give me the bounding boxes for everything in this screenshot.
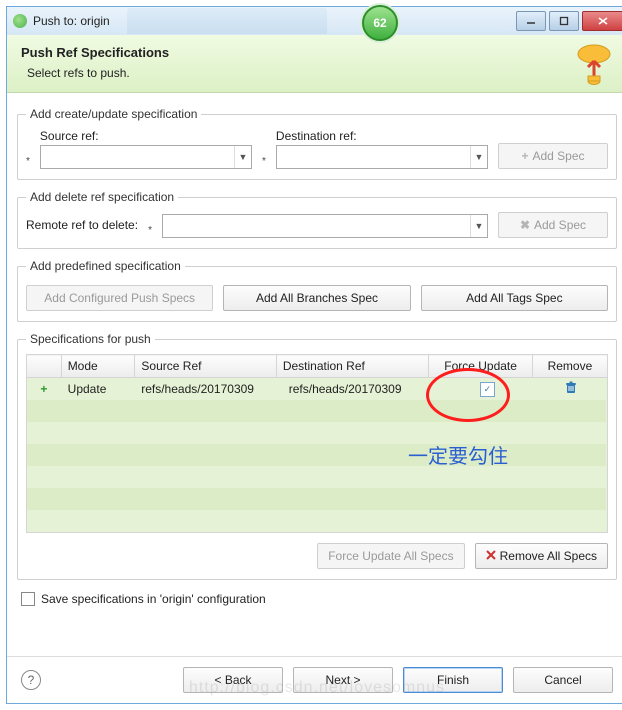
page-title: Push Ref Specifications xyxy=(21,45,613,60)
predefined-legend: Add predefined specification xyxy=(26,259,185,273)
chevron-down-icon: ▼ xyxy=(234,146,251,168)
next-button[interactable]: Next > xyxy=(293,667,393,693)
add-spec-button[interactable]: + Add Spec xyxy=(498,143,608,169)
save-specs-checkbox[interactable] xyxy=(21,592,35,606)
chevron-down-icon: ▼ xyxy=(470,146,487,168)
table-row xyxy=(27,444,607,466)
close-button[interactable] xyxy=(582,11,622,31)
save-specs-label: Save specifications in 'origin' configur… xyxy=(41,592,266,606)
table-row xyxy=(27,422,607,444)
table-row xyxy=(27,488,607,510)
add-delete-spec-label: Add Spec xyxy=(534,218,586,232)
finish-button[interactable]: Finish xyxy=(403,667,503,693)
x-icon xyxy=(486,549,496,563)
add-delete-spec-button[interactable]: ✖ Add Spec xyxy=(498,212,608,238)
force-update-checkbox[interactable]: ✓ xyxy=(480,382,495,397)
remove-all-specs-button[interactable]: Remove All Specs xyxy=(475,543,608,569)
col-source[interactable]: Source Ref xyxy=(135,355,276,378)
cell-dest: refs/heads/20170309 xyxy=(282,378,438,400)
source-ref-label: Source ref: xyxy=(40,129,252,143)
specifications-group: Specifications for push Mode Source Ref … xyxy=(17,332,617,580)
cell-mode: Update xyxy=(61,378,135,400)
table-row xyxy=(27,510,607,532)
source-ref-combo[interactable]: ▼ xyxy=(40,145,252,169)
add-all-tags-spec-button[interactable]: Add All Tags Spec xyxy=(421,285,608,311)
badge-62: 62 xyxy=(362,5,398,41)
asterisk: * xyxy=(26,156,30,169)
force-update-all-button[interactable]: Force Update All Specs xyxy=(317,543,464,569)
delete-ref-group: Add delete ref specification Remote ref … xyxy=(17,190,617,249)
plus-icon: + xyxy=(40,382,47,396)
predefined-group: Add predefined specification Add Configu… xyxy=(17,259,617,322)
maximize-button[interactable] xyxy=(549,11,579,31)
delete-ref-legend: Add delete ref specification xyxy=(26,190,178,204)
destination-ref-label: Destination ref: xyxy=(276,129,488,143)
col-remove[interactable]: Remove xyxy=(532,355,607,378)
plus-icon: + xyxy=(521,149,528,163)
add-spec-label: Add Spec xyxy=(532,149,584,163)
col-dest[interactable]: Destination Ref xyxy=(276,355,429,378)
help-button[interactable]: ? xyxy=(21,670,41,690)
push-cloud-icon xyxy=(573,43,615,87)
window-title: Push to: origin xyxy=(33,14,110,28)
asterisk: * xyxy=(262,156,266,169)
table-row xyxy=(27,466,607,488)
remote-ref-label: Remote ref to delete: xyxy=(26,218,138,232)
table-row xyxy=(27,400,607,422)
col-mode[interactable]: Mode xyxy=(61,355,135,378)
asterisk: * xyxy=(148,225,152,238)
table-row[interactable]: + Update refs/heads/20170309 refs/heads/… xyxy=(27,378,607,400)
destination-ref-combo[interactable]: ▼ xyxy=(276,145,488,169)
minimize-button[interactable] xyxy=(516,11,546,31)
trash-icon[interactable] xyxy=(564,381,578,398)
page-subtitle: Select refs to push. xyxy=(27,66,613,80)
add-configured-push-specs-button[interactable]: Add Configured Push Specs xyxy=(26,285,213,311)
chevron-down-icon: ▼ xyxy=(470,215,487,237)
create-update-legend: Add create/update specification xyxy=(26,107,201,121)
back-button[interactable]: < Back xyxy=(183,667,283,693)
app-icon xyxy=(13,14,27,28)
cancel-button[interactable]: Cancel xyxy=(513,667,613,693)
col-force[interactable]: Force Update xyxy=(429,355,532,378)
x-icon: ✖ xyxy=(520,218,530,232)
create-update-group: Add create/update specification * Source… xyxy=(17,107,617,180)
specifications-legend: Specifications for push xyxy=(26,332,155,346)
add-all-branches-spec-button[interactable]: Add All Branches Spec xyxy=(223,285,410,311)
remote-ref-combo[interactable]: ▼ xyxy=(162,214,488,238)
cell-source: refs/heads/20170309 xyxy=(135,378,283,400)
